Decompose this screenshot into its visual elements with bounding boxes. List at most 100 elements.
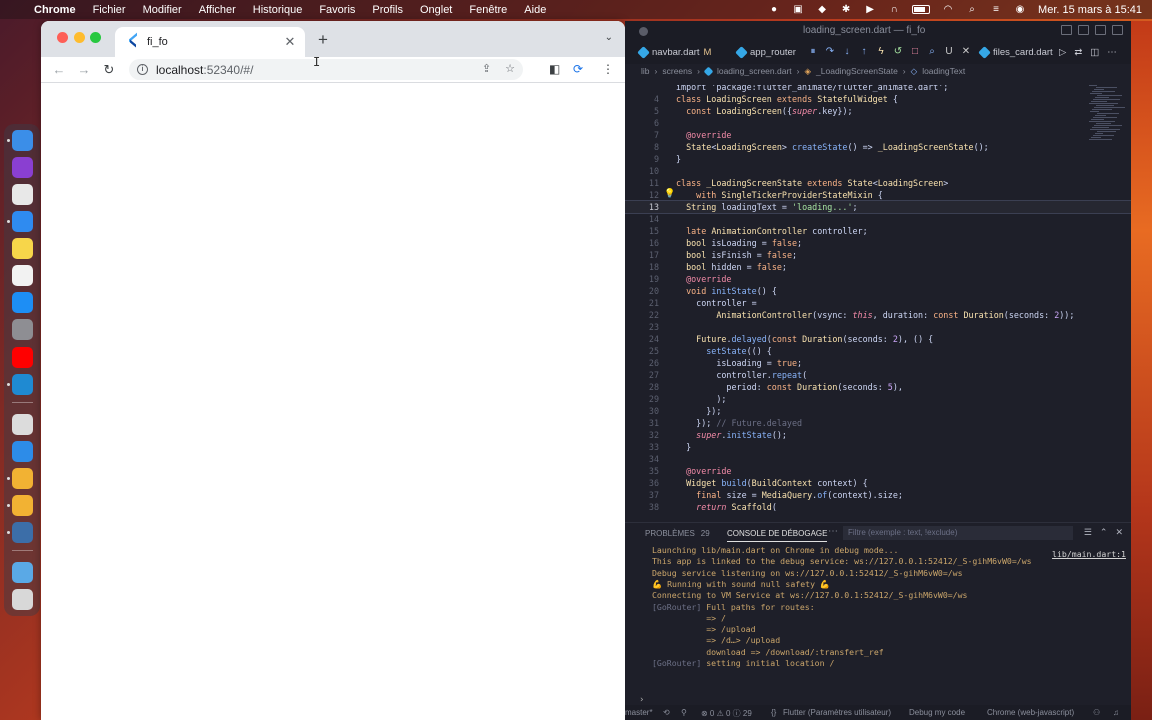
- menu-modifier[interactable]: Modifier: [143, 4, 182, 16]
- clear-console-icon[interactable]: ☰: [1084, 527, 1092, 538]
- menu-historique[interactable]: Historique: [253, 4, 303, 16]
- lightbulb-icon[interactable]: 💡: [664, 189, 675, 199]
- dock-chrome-icon[interactable]: [12, 468, 33, 489]
- mute-icon[interactable]: ▣: [792, 4, 804, 15]
- menu-fichier[interactable]: Fichier: [93, 4, 126, 16]
- record-icon[interactable]: ●: [768, 4, 780, 15]
- dock-system-settings-icon[interactable]: [12, 319, 33, 340]
- git-branch-status[interactable]: master*: [625, 708, 653, 717]
- dock-finder-icon[interactable]: [12, 130, 33, 151]
- zoom-window-button[interactable]: [90, 32, 101, 43]
- forward-arrow-icon[interactable]: →: [77, 62, 91, 77]
- dock-safari-icon[interactable]: [12, 211, 33, 232]
- dock-chrome-canary-icon[interactable]: [12, 522, 33, 543]
- breadcrumb-item[interactable]: loading_screen.dart: [717, 66, 792, 76]
- extension-refresh-icon[interactable]: ⟳: [573, 62, 583, 76]
- extension-icon[interactable]: ◆: [816, 4, 828, 15]
- menu-favoris[interactable]: Favoris: [319, 4, 355, 16]
- step-over-icon[interactable]: ↷: [825, 46, 835, 57]
- tab-app-router[interactable]: app_router: [735, 46, 796, 59]
- breadcrumb-item[interactable]: screens: [662, 66, 692, 76]
- search-icon[interactable]: ⌕: [966, 4, 978, 15]
- close-tab-icon[interactable]: ✕: [283, 34, 297, 50]
- console-prompt-chevron-icon[interactable]: ›: [639, 695, 644, 705]
- headphones-icon[interactable]: ∩: [888, 4, 900, 15]
- compare-icon[interactable]: ⇄: [1074, 47, 1082, 58]
- dock-launchpad-icon[interactable]: [12, 184, 33, 205]
- window-control-dot[interactable]: [639, 27, 648, 36]
- breadcrumb-item[interactable]: lib: [641, 66, 650, 76]
- flutter-settings-status[interactable]: Flutter (Paramètres utilisateur): [783, 708, 891, 717]
- dock-app-store-icon[interactable]: [12, 292, 33, 313]
- dock-chrome-dev-icon[interactable]: [12, 495, 33, 516]
- bookmark-star-icon[interactable]: ☆: [505, 62, 515, 75]
- debug-mode-status[interactable]: Debug my code: [909, 708, 965, 717]
- more-menu-icon[interactable]: ⋮: [602, 62, 614, 76]
- back-arrow-icon[interactable]: ←: [52, 62, 66, 77]
- dock-downloads-folder-icon[interactable]: [12, 562, 33, 583]
- run-icon[interactable]: ▷: [1059, 47, 1066, 58]
- wifi-icon[interactable]: ◠: [942, 4, 954, 15]
- sync-icon[interactable]: ⟲: [663, 708, 670, 717]
- new-tab-icon[interactable]: +: [318, 30, 328, 50]
- tab-search-chevron-icon[interactable]: ⌄: [605, 32, 613, 43]
- play-icon[interactable]: ▶: [864, 4, 876, 15]
- dock-youtube-icon[interactable]: [12, 347, 33, 368]
- toggle-panel-icon[interactable]: [1078, 25, 1089, 35]
- menu-aide[interactable]: Aide: [524, 4, 546, 16]
- dock-vscode-icon[interactable]: [12, 374, 33, 395]
- minimap[interactable]: [1089, 85, 1127, 145]
- dock-keynote-icon[interactable]: [12, 441, 33, 462]
- toggle-secondary-sidebar-icon[interactable]: [1095, 25, 1106, 35]
- hot-reload-icon[interactable]: ϟ: [876, 46, 886, 57]
- tab-navbar-dart[interactable]: navbar.dart M: [637, 46, 711, 59]
- control-center-icon[interactable]: ≡: [990, 4, 1002, 15]
- restart-icon[interactable]: ↺: [893, 46, 903, 57]
- address-bar[interactable]: i localhost:52340/#/ ⇪ ☆: [129, 59, 523, 80]
- code-editor[interactable]: import 'package:flutter_animate/flutter_…: [625, 85, 1131, 525]
- breadcrumb-item[interactable]: loadingText: [922, 66, 965, 76]
- tab-files-card-dart[interactable]: files_card.dart: [978, 46, 1053, 59]
- stop-icon[interactable]: □: [910, 46, 920, 57]
- menu-bar-clock[interactable]: Mer. 15 mars à 15:41: [1038, 4, 1142, 16]
- step-into-icon[interactable]: ↓: [842, 46, 852, 57]
- more-panels-icon[interactable]: ⋯: [828, 526, 838, 537]
- menu-app-name[interactable]: Chrome: [34, 4, 76, 16]
- breadcrumb-item[interactable]: _LoadingScreenState: [816, 66, 898, 76]
- dock-freeform-icon[interactable]: [12, 265, 33, 286]
- accounts-icon[interactable]: ⚇: [1093, 708, 1100, 717]
- tab-problems[interactable]: PROBLÈMES 29: [645, 529, 710, 538]
- menu-profils[interactable]: Profils: [372, 4, 403, 16]
- battery-icon[interactable]: [912, 5, 931, 14]
- problems-status[interactable]: ⊗ 0 ⚠ 0 ⓘ 29: [701, 708, 752, 719]
- close-panel-icon[interactable]: ✕: [1115, 527, 1123, 538]
- toggle-primary-sidebar-icon[interactable]: [1061, 25, 1072, 35]
- console-source-link[interactable]: lib/main.dart:1: [1052, 549, 1126, 559]
- notifications-bell-icon[interactable]: ♫: [1113, 708, 1119, 717]
- dock-trash-icon[interactable]: [12, 589, 33, 610]
- dock-notes-icon[interactable]: [12, 238, 33, 259]
- menu-afficher[interactable]: Afficher: [199, 4, 236, 16]
- customize-layout-icon[interactable]: [1112, 25, 1123, 35]
- siri-icon[interactable]: ◉: [1014, 4, 1026, 15]
- console-filter-input[interactable]: Filtre (exemple : text, !exclude): [843, 526, 1073, 540]
- site-info-icon[interactable]: i: [137, 64, 148, 75]
- dock-preview-icon[interactable]: [12, 414, 33, 435]
- side-panel-icon[interactable]: ◧: [549, 62, 560, 76]
- maximize-panel-icon[interactable]: ⌃: [1100, 527, 1108, 538]
- more-actions-icon[interactable]: ⋯: [1107, 47, 1117, 58]
- bluetooth-icon[interactable]: ✱: [840, 4, 852, 15]
- inspect-widget-icon[interactable]: ⌕: [927, 46, 937, 57]
- reload-icon[interactable]: ↻: [102, 62, 116, 78]
- share-icon[interactable]: ⇪: [482, 62, 491, 75]
- menu-fenetre[interactable]: Fenêtre: [469, 4, 507, 16]
- debug-icon[interactable]: ⚲: [681, 708, 687, 717]
- pause-icon[interactable]: ⏸: [808, 46, 818, 57]
- tab-debug-console[interactable]: CONSOLE DE DÉBOGAGE: [727, 529, 828, 542]
- step-out-icon[interactable]: ↑: [859, 46, 869, 57]
- menu-onglet[interactable]: Onglet: [420, 4, 452, 16]
- browser-tab[interactable]: fi_fo ✕: [115, 27, 305, 57]
- close-debug-icon[interactable]: ✕: [961, 46, 971, 57]
- close-window-button[interactable]: [57, 32, 68, 43]
- minimize-window-button[interactable]: [74, 32, 85, 43]
